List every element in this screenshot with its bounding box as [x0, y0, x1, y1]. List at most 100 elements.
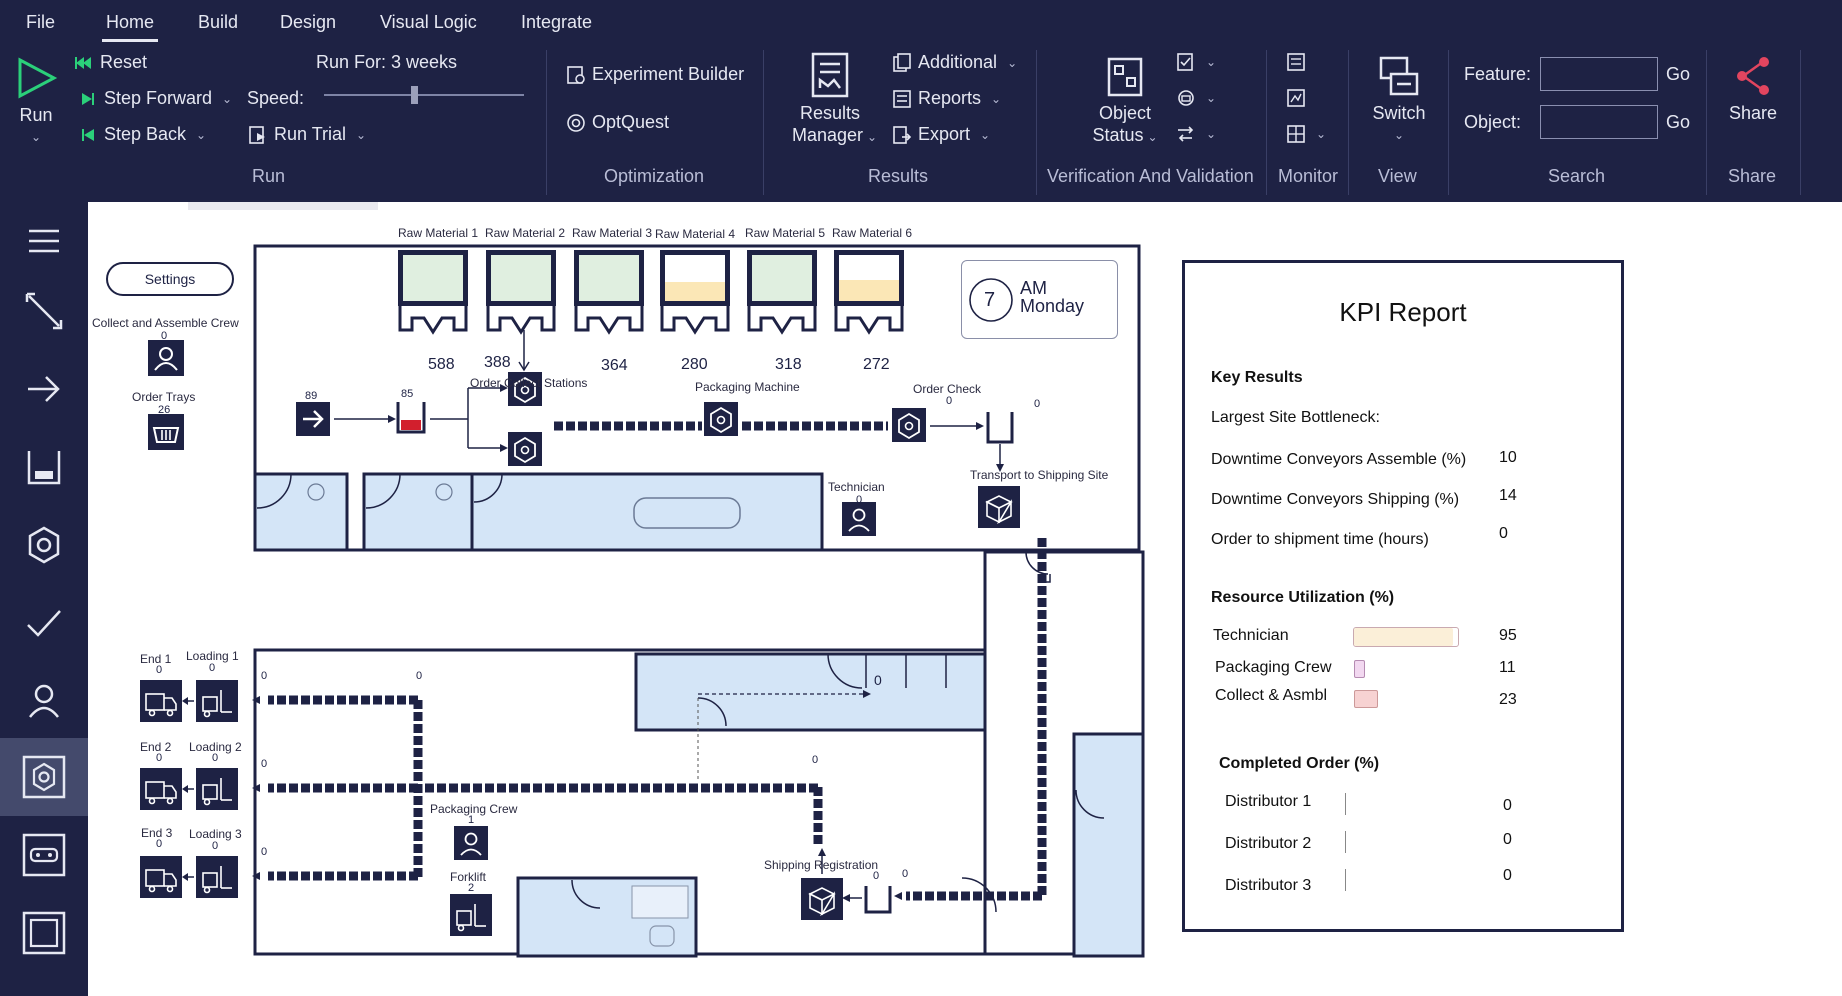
optimization-group-label: Optimization [604, 166, 705, 186]
speed-label: Speed: [247, 88, 305, 108]
downtime-shipping-value: 14 [1499, 487, 1517, 504]
experiment-builder-icon [567, 65, 585, 84]
object-go-button[interactable]: Go [1666, 112, 1690, 133]
speed-slider-handle[interactable] [411, 86, 418, 104]
step-back-icon [82, 128, 94, 141]
separator [1266, 50, 1267, 195]
export-label: Export [918, 124, 971, 144]
feature-search-input[interactable] [1540, 57, 1658, 91]
loading-1-count: 0 [209, 662, 216, 674]
menu-visual-logic[interactable]: Visual Logic [380, 12, 477, 33]
distributor-3-value: 0 [1503, 867, 1512, 884]
buffer-count: 85 [401, 388, 414, 400]
run-trial-label: Run Trial [274, 124, 347, 144]
forklift-count: 2 [468, 882, 475, 894]
menu-design[interactable]: Design [280, 12, 336, 33]
key-results-heading: Key Results [1211, 369, 1303, 386]
rewind-icon [75, 56, 91, 69]
shelf-count: 0 [874, 672, 882, 688]
person-icon [29, 684, 59, 718]
exit-tool-button[interactable] [0, 584, 88, 662]
conveyor-count-1a: 0 [261, 670, 268, 682]
optquest-button[interactable]: OptQuest [566, 112, 669, 133]
menu-build[interactable]: Build [198, 12, 238, 33]
monitor-tool-2-button[interactable] [1286, 88, 1306, 108]
verify-tool-3-button[interactable]: ⌄ [1176, 124, 1216, 144]
step-forward-label: Step Forward [104, 88, 213, 108]
queue-icon [27, 451, 61, 485]
separator [1036, 50, 1037, 195]
resource-tool-button[interactable] [0, 662, 88, 740]
experiment-builder-button[interactable]: Experiment Builder [566, 64, 744, 85]
worker-tool-button[interactable] [0, 738, 88, 816]
run-group-label: Run [252, 166, 286, 186]
largest-bottleneck-label: Largest Site Bottleneck: [1211, 409, 1380, 426]
packaging-crew-count: 1 [468, 814, 475, 826]
object-status-button[interactable]: Object Status ⌄ [1088, 56, 1162, 148]
object-search-input[interactable] [1540, 105, 1658, 139]
gear-hex-icon [28, 526, 60, 564]
results-manager-button[interactable]: Results Manager ⌄ [792, 52, 877, 148]
reports-icon [893, 89, 911, 108]
step-forward-button[interactable]: Step Forward ⌄ [78, 88, 232, 109]
feature-go-button[interactable]: Go [1666, 64, 1690, 85]
separator [1448, 50, 1449, 195]
share-button[interactable]: Share [1724, 54, 1782, 124]
activity-tool-button[interactable] [0, 506, 88, 584]
run-for-label: Run For: 3 weeks [316, 52, 458, 72]
menu-file[interactable]: File [26, 12, 55, 33]
switch-button[interactable]: Switch ⌄ [1366, 54, 1432, 146]
hamburger-menu-button[interactable] [0, 202, 88, 280]
export-button[interactable]: Export ⌄ [892, 124, 990, 145]
transporter-tool-button[interactable] [0, 816, 88, 894]
step-back-label: Step Back [104, 124, 187, 144]
monitor-tool-1-button[interactable] [1286, 52, 1306, 72]
verification-group-label: Verification And Validation [1047, 166, 1254, 186]
distributor-1-value: 0 [1503, 797, 1512, 814]
downtime-assemble-value: 10 [1499, 449, 1517, 466]
chevron-down-icon: ⌄ [1007, 55, 1018, 70]
raw-material-2-count: 388 [484, 354, 511, 371]
reports-button[interactable]: Reports ⌄ [892, 88, 1001, 109]
verify-tool-2-button[interactable]: ⌄ [1176, 88, 1216, 108]
run-button[interactable]: Run ⌄ [12, 56, 60, 148]
separator [1348, 50, 1349, 195]
flow-arrows-icon [1178, 126, 1194, 142]
monitor-list-icon [1287, 53, 1305, 71]
separator [546, 50, 547, 195]
object-label: Object: [1464, 112, 1522, 132]
model-canvas[interactable]: Settings Collect and Assemble Crew 0 Ord… [88, 202, 1842, 996]
run-trial-icon [249, 125, 265, 144]
play-icon [18, 57, 58, 99]
verify-tool-1-button[interactable]: ⌄ [1176, 52, 1216, 72]
step-back-button[interactable]: Step Back ⌄ [78, 124, 206, 145]
order-collect-stations-label: Order Collect Stations [470, 376, 588, 390]
order-check-count: 0 [946, 395, 953, 407]
queue-tool-button[interactable] [0, 428, 88, 506]
arrival-tool-button[interactable] [0, 350, 88, 428]
technician-util-bar [1353, 627, 1459, 647]
switch-label: Switch [1372, 103, 1426, 123]
transport-label: Transport to Shipping Site [970, 468, 1109, 482]
completed-order-heading: Completed Order (%) [1219, 755, 1380, 772]
run-trial-button[interactable]: Run Trial ⌄ [248, 124, 366, 145]
reset-button[interactable]: Reset [74, 52, 147, 73]
raw-material-5-label: Raw Material 5 [745, 226, 826, 240]
additional-button[interactable]: Additional ⌄ [892, 52, 1017, 73]
loading-2-count: 0 [212, 752, 219, 764]
menu-integrate[interactable]: Integrate [521, 12, 592, 33]
monitor-tool-3-button[interactable]: ⌄ [1286, 124, 1326, 144]
area-icon [22, 911, 66, 955]
menu-home[interactable]: Home [101, 12, 159, 42]
packaging-crew-util-value: 11 [1499, 659, 1516, 676]
speed-slider-track[interactable] [324, 94, 524, 96]
results-manager-label-1: Results [799, 103, 861, 123]
connector-tool-button[interactable] [0, 272, 88, 350]
checkmark-icon [27, 610, 61, 637]
distributor-2-value: 0 [1503, 831, 1512, 848]
monitor-group-label: Monitor [1278, 166, 1339, 186]
area-tool-button[interactable] [0, 894, 88, 972]
export-icon [893, 125, 912, 144]
run-for-setting[interactable]: Run For: 3 weeks [316, 52, 457, 73]
chevron-down-icon: ⌄ [991, 91, 1002, 106]
